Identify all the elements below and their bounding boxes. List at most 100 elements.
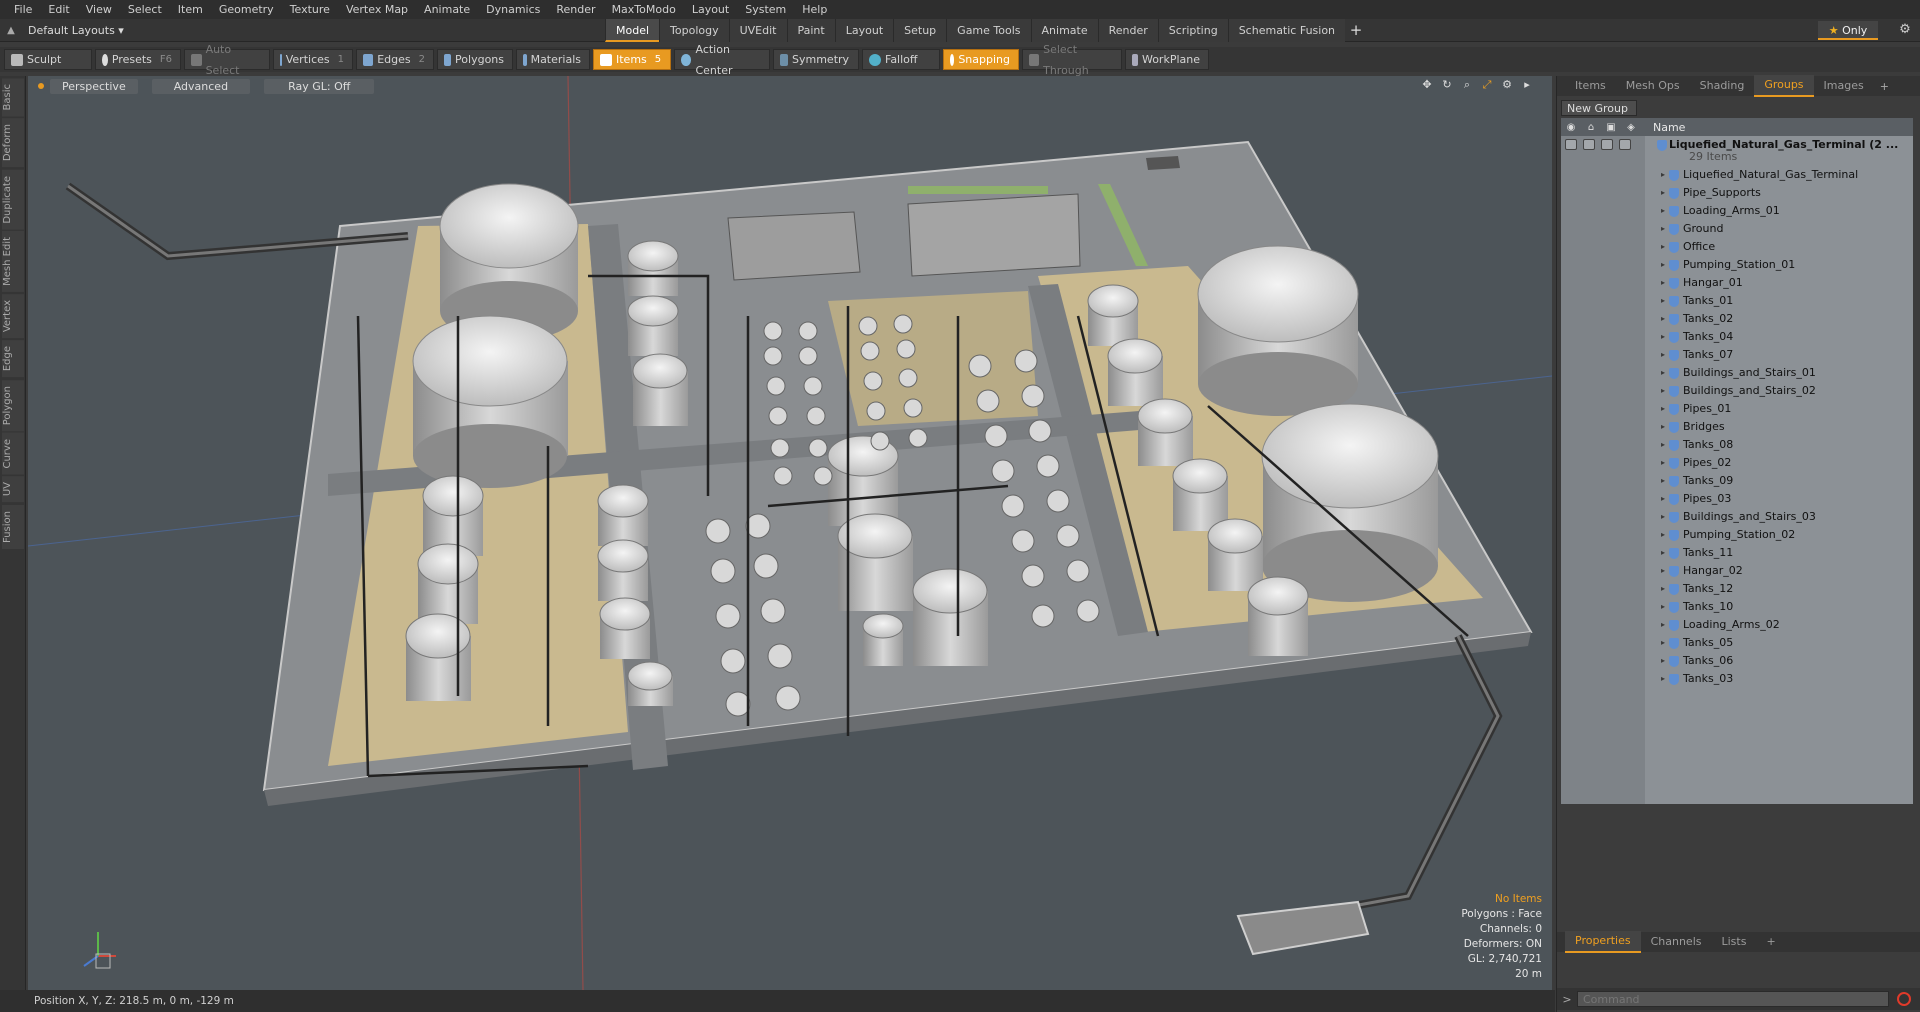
expand-caret-icon[interactable]: ▸ — [1661, 184, 1665, 202]
auto-select-button[interactable]: Auto Select — [184, 43, 270, 77]
panel-tab-images[interactable]: Images — [1814, 76, 1874, 96]
panel-tab-items[interactable]: Items — [1565, 76, 1616, 96]
raygl-button[interactable]: Ray GL: Off — [264, 78, 375, 94]
menu-item-geometry[interactable]: Geometry — [211, 0, 282, 19]
expand-caret-icon[interactable]: ▸ — [1661, 328, 1665, 346]
symmetry-button[interactable]: Symmetry — [773, 49, 859, 70]
viewport-options-dot[interactable] — [38, 83, 44, 89]
group-item-row[interactable]: ▸ Tanks_12 — [1561, 580, 1913, 598]
left-tab-deform[interactable]: Deform — [2, 118, 24, 168]
menu-item-texture[interactable]: Texture — [282, 0, 338, 19]
left-tab-edge[interactable]: Edge — [2, 340, 24, 378]
expand-caret-icon[interactable]: ▸ — [1661, 634, 1665, 652]
group-item-row[interactable]: ▸ Buildings_and_Stairs_01 — [1561, 364, 1913, 382]
viewport-gear-icon[interactable]: ⚙ — [1500, 78, 1514, 92]
left-tab-basic[interactable]: Basic — [2, 78, 24, 117]
shading-mode-button[interactable]: Advanced — [151, 78, 251, 94]
group-item-row[interactable]: ▸ Tanks_01 — [1561, 292, 1913, 310]
group-item-row[interactable]: ▸ Buildings_and_Stairs_02 — [1561, 382, 1913, 400]
group-item-row[interactable]: ▸ Pumping_Station_02 — [1561, 526, 1913, 544]
group-item-row[interactable]: ▸ Tanks_04 — [1561, 328, 1913, 346]
workplane-button[interactable]: WorkPlane — [1125, 49, 1209, 70]
zoom-view-icon[interactable]: ⌕ — [1460, 78, 1474, 92]
name-column-header[interactable]: Name — [1653, 121, 1685, 134]
menu-item-view[interactable]: View — [78, 0, 120, 19]
group-item-row[interactable]: ▸ Ground — [1561, 220, 1913, 238]
expand-caret-icon[interactable]: ▸ — [1661, 274, 1665, 292]
snapping-button[interactable]: Snapping — [943, 49, 1019, 70]
expand-caret-icon[interactable]: ▸ — [1661, 256, 1665, 274]
expand-caret-icon[interactable]: ▸ — [1661, 238, 1665, 256]
expand-caret-icon[interactable]: ▸ — [1661, 490, 1665, 508]
expand-caret-icon[interactable]: ▸ — [1661, 562, 1665, 580]
add-panel-tab-icon[interactable]: + — [1874, 80, 1895, 93]
tab-scripting[interactable]: Scripting — [1157, 19, 1228, 42]
bottom-tab-properties[interactable]: Properties — [1565, 931, 1641, 953]
left-tab-curve[interactable]: Curve — [2, 432, 24, 475]
left-tab-vertex[interactable]: Vertex — [2, 294, 24, 339]
left-tab-fusion[interactable]: Fusion — [2, 504, 24, 549]
menu-item-animate[interactable]: Animate — [416, 0, 478, 19]
expand-caret-icon[interactable]: ▸ — [1661, 292, 1665, 310]
tab-schematic-fusion[interactable]: Schematic Fusion — [1227, 19, 1346, 42]
presets-button[interactable]: Presets F6 — [95, 49, 181, 70]
add-bottom-tab-icon[interactable]: + — [1756, 932, 1785, 952]
expand-caret-icon[interactable]: ▸ — [1661, 400, 1665, 418]
render-toggle[interactable] — [1619, 139, 1631, 150]
left-tab-polygon[interactable]: Polygon — [2, 379, 24, 431]
polygons-button[interactable]: Polygons — [437, 49, 513, 70]
select-header-icon[interactable]: ▣ — [1601, 122, 1621, 133]
sculpt-button[interactable]: Sculpt — [4, 49, 92, 70]
group-item-row[interactable]: ▸ Tanks_05 — [1561, 634, 1913, 652]
expand-caret-icon[interactable]: ▸ — [1661, 652, 1665, 670]
menu-item-render[interactable]: Render — [548, 0, 603, 19]
group-item-row[interactable]: ▸ Tanks_11 — [1561, 544, 1913, 562]
expand-caret-icon[interactable]: ▸ — [1661, 382, 1665, 400]
menu-item-select[interactable]: Select — [120, 0, 170, 19]
panel-tab-groups[interactable]: Groups — [1754, 75, 1814, 97]
bottom-tab-lists[interactable]: Lists — [1712, 932, 1757, 952]
select-toggle[interactable] — [1601, 139, 1613, 150]
tab-setup[interactable]: Setup — [893, 19, 947, 42]
menu-item-system[interactable]: System — [737, 0, 794, 19]
group-item-row[interactable]: ▸ Pumping_Station_01 — [1561, 256, 1913, 274]
tab-model[interactable]: Model — [605, 19, 660, 42]
expand-caret-icon[interactable]: ▸ — [1661, 598, 1665, 616]
new-group-button[interactable]: New Group — [1561, 100, 1637, 116]
command-stop-icon[interactable] — [1897, 992, 1911, 1006]
move-view-icon[interactable]: ✥ — [1420, 78, 1434, 92]
expand-caret-icon[interactable]: ▸ — [1661, 454, 1665, 472]
group-item-row[interactable]: ▸ Tanks_07 — [1561, 346, 1913, 364]
group-root-row[interactable]: Liquefied_Natural_Gas_Terminal (2 ... 29 … — [1561, 136, 1913, 166]
viewport-arrow-icon[interactable]: ▸ — [1520, 78, 1534, 92]
tab-game-tools[interactable]: Game Tools — [946, 19, 1031, 42]
group-item-row[interactable]: ▸ Bridges — [1561, 418, 1913, 436]
group-item-row[interactable]: ▸ Loading_Arms_02 — [1561, 616, 1913, 634]
expand-caret-icon[interactable]: ▸ — [1661, 436, 1665, 454]
expand-caret-icon[interactable]: ▸ — [1661, 508, 1665, 526]
falloff-button[interactable]: Falloff — [862, 49, 940, 70]
panel-tab-mesh-ops[interactable]: Mesh Ops — [1616, 76, 1690, 96]
view-type-button[interactable]: Perspective — [50, 78, 138, 94]
menu-item-help[interactable]: Help — [794, 0, 835, 19]
left-tab-duplicate[interactable]: Duplicate — [2, 169, 24, 230]
expand-caret-icon[interactable]: ▸ — [1661, 310, 1665, 328]
maximize-view-icon[interactable]: ⤢ — [1480, 78, 1494, 92]
rotate-view-icon[interactable]: ↻ — [1440, 78, 1454, 92]
group-item-row[interactable]: ▸ Hangar_02 — [1561, 562, 1913, 580]
visibility-toggle[interactable] — [1565, 139, 1577, 150]
layout-dropdown[interactable]: Default Layouts ▾ — [22, 24, 130, 37]
vertices-button[interactable]: Vertices 1 — [273, 49, 353, 70]
add-tab-button[interactable]: + — [1345, 19, 1367, 42]
group-item-row[interactable]: ▸ Office — [1561, 238, 1913, 256]
expand-caret-icon[interactable]: ▸ — [1661, 472, 1665, 490]
group-item-row[interactable]: ▸ Hangar_01 — [1561, 274, 1913, 292]
group-item-row[interactable]: ▸ Buildings_and_Stairs_03 — [1561, 508, 1913, 526]
group-item-row[interactable]: ▸ Tanks_06 — [1561, 652, 1913, 670]
expand-caret-icon[interactable]: ▸ — [1661, 418, 1665, 436]
left-tab-mesh-edit[interactable]: Mesh Edit — [2, 231, 24, 293]
select-through-button[interactable]: Select Through — [1022, 43, 1122, 77]
group-item-row[interactable]: ▸ Loading_Arms_01 — [1561, 202, 1913, 220]
menu-item-maxtomodo[interactable]: MaxToModo — [604, 0, 684, 19]
tab-paint[interactable]: Paint — [786, 19, 835, 42]
